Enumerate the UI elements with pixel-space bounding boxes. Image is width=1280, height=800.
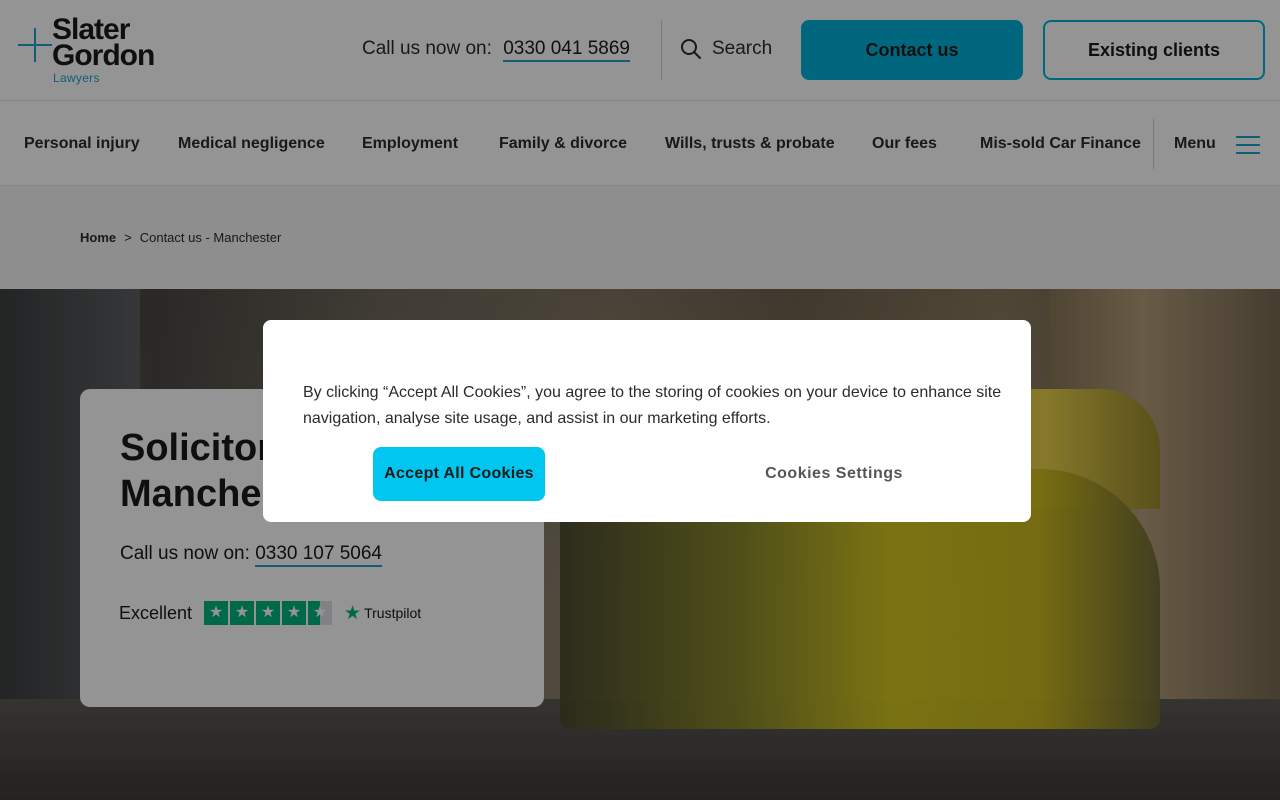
cookie-consent-dialog: By clicking “Accept All Cookies”, you ag… (263, 320, 1031, 522)
cookie-consent-text: By clicking “Accept All Cookies”, you ag… (303, 384, 1002, 427)
cookies-settings-button[interactable]: Cookies Settings (743, 447, 925, 501)
accept-all-cookies-button[interactable]: Accept All Cookies (373, 447, 545, 501)
